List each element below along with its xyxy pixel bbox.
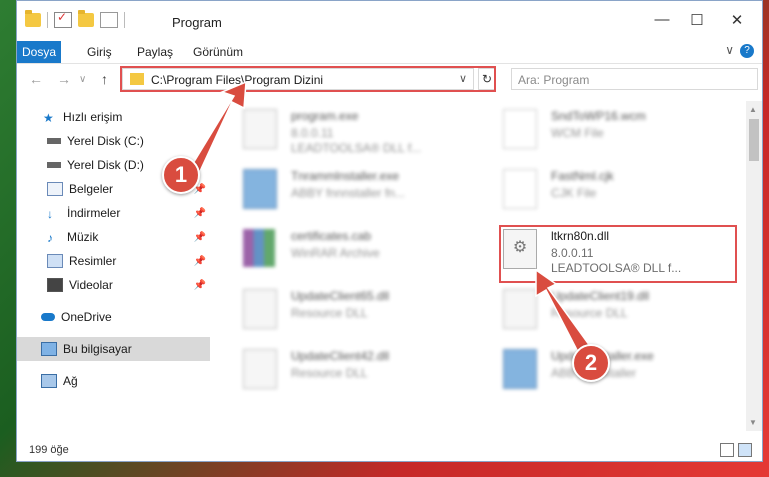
up-button[interactable]: ↑	[101, 71, 108, 87]
list-item[interactable]: UpdateInstaller.exe ABBYY Installer	[503, 345, 733, 405]
back-button[interactable]: ←	[29, 71, 43, 87]
sidebar-item-label: Hızlı erişim	[63, 110, 123, 124]
generic-file-icon	[503, 169, 537, 209]
tab-home[interactable]: Giriş	[79, 41, 120, 63]
details-view-icon[interactable]	[720, 443, 734, 457]
navigation-bar: ← → ∨ ↑ C:\Program Files\Program Dizini …	[17, 63, 762, 97]
list-item[interactable]: UpdateClient19.dll Resource DLL	[503, 285, 733, 345]
sidebar-item-label: Yerel Disk (C:)	[67, 134, 144, 148]
music-icon: ♪	[47, 231, 53, 245]
dll-file-icon	[243, 349, 277, 389]
scrollbar-thumb[interactable]	[749, 119, 759, 161]
properties-icon[interactable]	[54, 10, 72, 28]
installer-icon	[243, 169, 277, 209]
sidebar-item-music[interactable]: ♪ Müzik 📌	[17, 225, 210, 249]
download-icon: ↓	[47, 207, 53, 221]
sidebar-item-pictures[interactable]: Resimler 📌	[17, 249, 210, 273]
generic-file-icon	[503, 109, 537, 149]
drive-icon	[47, 162, 61, 168]
sidebar-item-disk-c[interactable]: Yerel Disk (C:)	[17, 129, 210, 153]
computer-icon	[41, 342, 57, 356]
address-highlight	[120, 66, 496, 92]
list-item[interactable]: Tnrammlnstaller.exe ABBY fnnnstaller fn.…	[243, 165, 473, 225]
sidebar-item-label: Videolar	[69, 278, 113, 292]
list-item[interactable]: FastNml.cjk CJK File	[503, 165, 733, 225]
list-item[interactable]: SndToWP16.wcm WCM File	[503, 105, 733, 165]
large-icons-view-icon[interactable]	[738, 443, 752, 457]
pin-icon[interactable]: 📌	[194, 208, 206, 219]
sidebar-item-this-pc[interactable]: Bu bilgisayar	[17, 337, 210, 361]
navigation-pane: ★ Hızlı erişim Yerel Disk (C:) Yerel Dis…	[17, 101, 210, 421]
pin-icon[interactable]: 📌	[194, 256, 206, 267]
new-folder-icon[interactable]	[78, 10, 94, 27]
vertical-scrollbar[interactable]: ▲ ▼	[746, 101, 762, 431]
documents-icon	[47, 182, 63, 196]
star-icon: ★	[43, 111, 54, 125]
minimize-button[interactable]: —	[647, 11, 677, 28]
status-item-count: 199 öğe	[29, 444, 69, 456]
view-switcher	[720, 443, 752, 457]
ribbon-tabs: Dosya Giriş Paylaş Görünüm ∨ ?	[17, 41, 762, 64]
tab-share[interactable]: Paylaş	[129, 41, 181, 63]
video-icon	[47, 278, 63, 292]
explorer-window: Program — ☐ ✕ Dosya Giriş Paylaş Görünüm…	[16, 0, 763, 462]
list-item[interactable]: program.exe 8.0.0.11 LEADTOOLSA® DLL f..…	[243, 105, 473, 165]
search-input[interactable]: Ara: Program	[511, 68, 758, 90]
sidebar-item-videos[interactable]: Videolar 📌	[17, 273, 210, 297]
quick-access-toolbar	[25, 10, 125, 28]
sidebar-item-label: OneDrive	[61, 310, 112, 324]
sidebar-item-label: Ağ	[63, 374, 78, 388]
dll-file-icon	[503, 289, 537, 329]
installer-icon	[503, 349, 537, 389]
sidebar-item-label: Müzik	[67, 230, 99, 244]
recent-locations-button[interactable]: ∨	[79, 74, 86, 85]
expand-ribbon-icon[interactable]: ∨	[725, 43, 734, 57]
sidebar-item-label: Resimler	[69, 254, 117, 268]
sidebar-item-network[interactable]: Ağ	[17, 369, 210, 393]
winrar-archive-icon	[243, 229, 275, 267]
customize-toolbar-icon[interactable]	[100, 12, 118, 28]
sidebar-item-onedrive[interactable]: OneDrive	[17, 305, 210, 329]
sidebar-item-label: Belgeler	[69, 182, 114, 196]
tab-file[interactable]: Dosya	[17, 41, 61, 63]
forward-button[interactable]: →	[57, 71, 71, 87]
network-icon	[41, 374, 57, 388]
pin-icon[interactable]: 📌	[194, 232, 206, 243]
list-item[interactable]: UpdateClient65.dll Resource DLL	[243, 285, 473, 345]
help-icon[interactable]: ?	[740, 44, 754, 58]
scroll-down-icon[interactable]: ▼	[749, 418, 757, 427]
maximize-button[interactable]: ☐	[682, 11, 712, 29]
cloud-icon	[41, 313, 55, 321]
drive-icon	[47, 138, 61, 144]
list-item[interactable]: UpdateClient42.dll Resource DLL	[243, 345, 473, 405]
search-placeholder: Ara: Program	[518, 73, 590, 87]
step-badge-1: 1	[162, 156, 200, 194]
exe-file-icon	[243, 109, 277, 149]
pictures-icon	[47, 254, 63, 268]
sidebar-item-quick-access[interactable]: ★ Hızlı erişim	[17, 105, 210, 129]
window-title: Program	[172, 15, 222, 30]
list-item[interactable]: certificates.cab WinRAR Archive	[243, 225, 473, 285]
step-badge-2: 2	[572, 344, 610, 382]
dll-file-icon	[243, 289, 277, 329]
folder-icon	[25, 10, 41, 27]
tab-view[interactable]: Görünüm	[185, 41, 251, 63]
sidebar-item-label: Bu bilgisayar	[63, 342, 132, 356]
close-button[interactable]: ✕	[722, 11, 752, 29]
title-bar: Program — ☐ ✕	[17, 1, 762, 41]
sidebar-item-label: Yerel Disk (D:)	[67, 158, 144, 172]
file-highlight	[499, 225, 737, 283]
sidebar-item-downloads[interactable]: ↓ İndirmeler 📌	[17, 201, 210, 225]
sidebar-item-label: İndirmeler	[67, 206, 121, 220]
pin-icon[interactable]: 📌	[194, 280, 206, 291]
file-list: program.exe 8.0.0.11 LEADTOOLSA® DLL f..…	[227, 101, 747, 421]
scroll-up-icon[interactable]: ▲	[749, 105, 757, 114]
